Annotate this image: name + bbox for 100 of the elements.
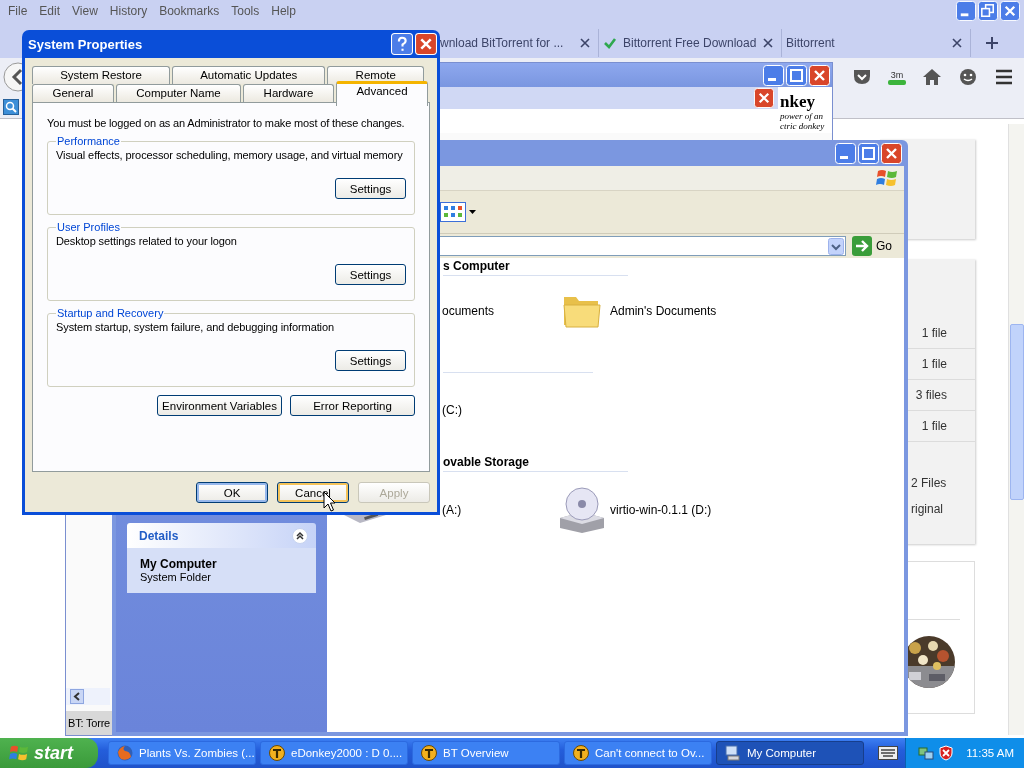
tab[interactable]: General: [32, 84, 114, 102]
taskbar-button[interactable]: My Computer: [716, 741, 864, 765]
shield-icon[interactable]: [938, 745, 955, 761]
search-icon[interactable]: [3, 99, 19, 115]
menu-item[interactable]: View: [68, 4, 106, 18]
menu-item[interactable]: Bookmarks: [155, 4, 228, 18]
file-label[interactable]: Admin's Documents: [610, 304, 717, 318]
scrollbar-thumb[interactable]: [1010, 324, 1024, 500]
group-description: Desktop settings related to your logon: [56, 235, 238, 247]
browser-tab[interactable]: Bittorrent Free Download: [599, 29, 782, 57]
tab-title: wnload BitTorrent for ...: [440, 36, 565, 50]
windows-flag-icon: [9, 744, 29, 762]
file-label[interactable]: (A:): [442, 503, 462, 517]
settings-button[interactable]: Settings: [335, 178, 406, 199]
tab[interactable]: System Restore: [32, 66, 171, 84]
menu-item[interactable]: Tools: [227, 4, 268, 18]
timer-badge[interactable]: 3m: [890, 69, 904, 80]
letter-t-icon: [421, 745, 437, 761]
restore-button[interactable]: [978, 1, 998, 21]
tab[interactable]: Automatic Updates: [172, 66, 326, 84]
tab[interactable]: Hardware: [243, 84, 334, 102]
minimize-button[interactable]: [956, 1, 976, 21]
taskbar-button[interactable]: Plants Vs. Zombies (...: [108, 741, 256, 765]
collapse-icon[interactable]: [292, 527, 308, 544]
cd-drive-icon[interactable]: [558, 486, 606, 534]
summary-text: riginal: [910, 501, 944, 518]
menu-item[interactable]: Edit: [35, 4, 69, 18]
dropdown-icon[interactable]: [828, 237, 844, 255]
tab[interactable]: Advanced: [335, 81, 428, 106]
close-icon[interactable]: [763, 38, 773, 48]
close-button[interactable]: [809, 64, 830, 86]
item-type: System Folder: [140, 571, 212, 583]
taskbar-button[interactable]: BT Overview: [412, 741, 560, 765]
notice-text: You must be logged on as an Administrator to make most of these changes.: [47, 117, 406, 129]
group-title: Startup and Recovery: [56, 307, 165, 319]
logo-text: power of an: [780, 111, 824, 121]
summary-text: 2 Files: [910, 475, 948, 492]
pocket-icon[interactable]: [852, 68, 872, 86]
settings-button[interactable]: Settings: [335, 264, 406, 285]
group-description: Visual effects, processor scheduling, memory usage, and virtual memory: [56, 149, 404, 161]
help-button[interactable]: [391, 33, 413, 55]
badge-bar: [888, 79, 906, 85]
scroll-left-icon[interactable]: [70, 689, 84, 704]
windows-flag-icon: [876, 168, 898, 188]
menu-item[interactable]: Help: [267, 4, 304, 18]
clock: 11:35 AM: [966, 747, 1014, 759]
tab[interactable]: Remote: [327, 66, 424, 84]
file-label[interactable]: (C:): [442, 403, 462, 417]
window-title: System Properties: [28, 36, 143, 52]
tab-title: Bittorrent Free Download: [623, 36, 757, 50]
browser-tab[interactable]: Bittorrent: [782, 29, 971, 57]
computer-icon: [725, 745, 741, 761]
close-button[interactable]: [1000, 1, 1020, 21]
home-icon[interactable]: [922, 68, 942, 86]
close-button[interactable]: [881, 142, 902, 164]
dialog-button[interactable]: OK: [196, 482, 268, 503]
dialog-button[interactable]: Error Reporting: [290, 395, 415, 416]
go-button[interactable]: Go: [850, 236, 904, 256]
status-text: BT: Torre: [66, 711, 112, 735]
menu-item[interactable]: History: [105, 4, 156, 18]
maximize-button[interactable]: [786, 64, 807, 86]
keyboard-icon[interactable]: [878, 746, 898, 760]
close-button[interactable]: [754, 88, 774, 108]
views-button[interactable]: [440, 202, 476, 222]
logo-text: ctric donkey: [780, 121, 826, 131]
group-description: System startup, system failure, and debugging information: [56, 321, 335, 333]
check-icon: [603, 36, 617, 50]
close-icon[interactable]: [952, 38, 962, 48]
network-icon[interactable]: [918, 745, 935, 761]
group-heading: s Computer: [443, 258, 628, 276]
menu-icon[interactable]: [994, 68, 1014, 86]
scrollbar[interactable]: [66, 688, 110, 705]
dialog-button[interactable]: Environment Variables: [157, 395, 282, 416]
maximize-button[interactable]: [858, 142, 879, 164]
group-heading: ovable Storage: [443, 454, 628, 472]
close-button[interactable]: [415, 33, 437, 55]
item-name: My Computer: [140, 557, 218, 571]
letter-t-icon: [269, 745, 285, 761]
logo-text: nkey: [780, 93, 816, 111]
smiley-icon[interactable]: [958, 67, 978, 87]
group-title: User Profiles: [56, 221, 121, 233]
file-label[interactable]: ocuments: [442, 304, 495, 318]
taskbar-button[interactable]: Can't connect to Ov...: [564, 741, 712, 765]
menu-item[interactable]: File: [4, 4, 36, 18]
group-title: Performance: [56, 135, 121, 147]
tab-title: Bittorrent: [786, 36, 836, 50]
go-arrow-icon: [852, 236, 872, 256]
minimize-button[interactable]: [835, 142, 856, 164]
close-icon[interactable]: [580, 38, 590, 48]
panel-title: Details: [139, 528, 179, 543]
minimize-button[interactable]: [763, 64, 784, 86]
tab[interactable]: Computer Name: [115, 84, 242, 102]
views-icon: [440, 202, 466, 222]
scrollbar[interactable]: [1008, 124, 1024, 735]
globe-icon: [117, 745, 133, 761]
letter-t-icon: [573, 745, 589, 761]
new-tab-icon[interactable]: [985, 36, 999, 50]
settings-button[interactable]: Settings: [335, 350, 406, 371]
file-label[interactable]: virtio-win-0.1.1 (D:): [610, 503, 712, 517]
taskbar-button[interactable]: eDonkey2000 : D 0....: [260, 741, 408, 765]
